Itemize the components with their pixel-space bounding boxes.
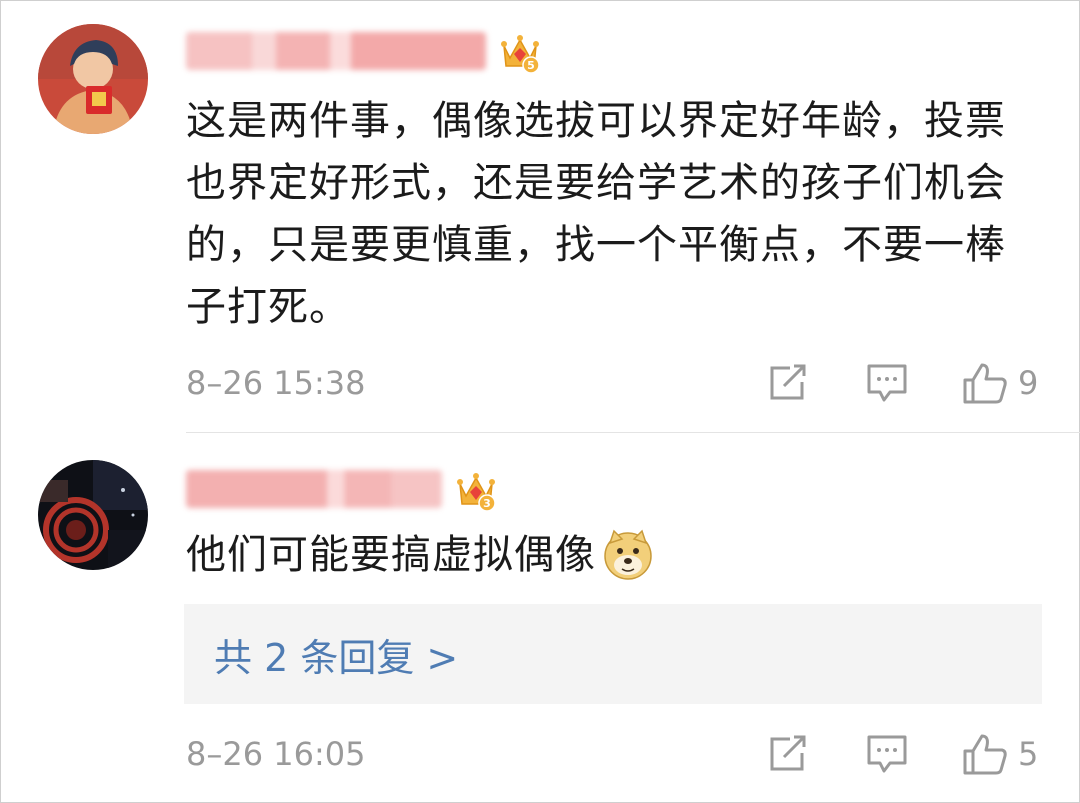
- like-icon: [963, 363, 1007, 404]
- blurred-username[interactable]: [186, 32, 486, 70]
- like-icon: [963, 734, 1007, 775]
- like-button[interactable]: 9: [962, 362, 1040, 404]
- comment-text: 这是两件事，偶像选拔可以界定好年龄，投票也界定好形式，还是要给学艺术的孩子们机会…: [186, 98, 1006, 330]
- like-count: 5: [1018, 735, 1039, 773]
- comment-button[interactable]: [866, 363, 908, 403]
- username-row: 5: [186, 26, 542, 76]
- username-row: 3: [186, 464, 498, 514]
- share-icon: [770, 735, 806, 771]
- comment-time: 8–26 16:05: [186, 735, 366, 773]
- comment-text: 他们可能要搞虚拟偶像: [186, 524, 1036, 586]
- blurred-username[interactable]: [186, 470, 442, 508]
- svg-text:3: 3: [483, 497, 491, 510]
- doge-emoji-icon: [604, 529, 652, 580]
- crown-badge-icon: 3: [457, 473, 496, 512]
- avatar[interactable]: [38, 460, 148, 570]
- view-replies-button[interactable]: 共 2 条回复 >: [184, 604, 1042, 704]
- comment-meta: 8–26 16:05 5: [186, 731, 1040, 777]
- share-button[interactable]: [768, 735, 808, 773]
- share-icon: [770, 364, 806, 400]
- crown-badge-icon: 5: [501, 35, 540, 74]
- comment-button[interactable]: [866, 734, 908, 774]
- comment-meta: 8–26 15:38 9: [186, 360, 1040, 406]
- comment-text-body: 他们可能要搞虚拟偶像: [186, 532, 596, 578]
- comment-divider: [186, 432, 1080, 433]
- comment-icon: [867, 735, 907, 773]
- like-count: 9: [1018, 364, 1039, 402]
- comment-icon: [867, 364, 907, 402]
- replies-label: 共 2 条回复 >: [214, 635, 459, 680]
- comment-time: 8–26 15:38: [186, 364, 366, 402]
- share-button[interactable]: [768, 364, 808, 402]
- avatar[interactable]: [38, 24, 148, 134]
- svg-text:5: 5: [527, 59, 535, 72]
- like-button[interactable]: 5: [962, 733, 1040, 775]
